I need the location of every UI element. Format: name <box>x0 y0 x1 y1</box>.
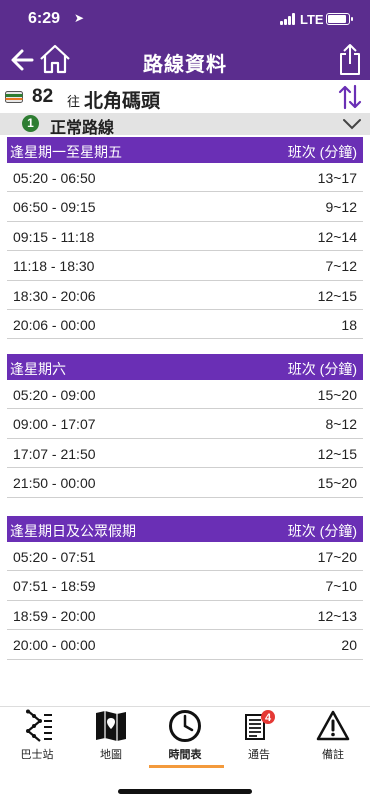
share-icon[interactable] <box>338 42 362 76</box>
frequency-value: 18 <box>341 316 357 333</box>
notice-count-badge: 4 <box>265 712 272 724</box>
table-row: 09:15 - 11:18 12~14 <box>7 222 363 252</box>
frequency-value: 8~12 <box>325 416 357 433</box>
stops-icon <box>26 709 52 742</box>
time-range: 05:20 - 07:51 <box>13 549 96 565</box>
table-row: 09:00 - 17:07 8~12 <box>7 409 363 439</box>
tab-map[interactable]: 地圖 <box>74 709 148 771</box>
table-row: 07:51 - 18:59 7~10 <box>7 571 363 601</box>
route-variant-selector[interactable]: 1 正常路線 <box>0 113 370 137</box>
frequency-column-header: 班次 (分鐘) <box>287 144 357 160</box>
clock-icon <box>169 710 201 742</box>
variant-label: 正常路線 <box>50 120 115 137</box>
saturday-timetable: 逢星期六 班次 (分鐘) 05:20 - 09:00 15~20 09:00 - … <box>7 354 363 498</box>
warning-icon <box>316 710 350 741</box>
time-range: 05:20 - 09:00 <box>13 387 96 403</box>
variant-index-badge: 1 <box>22 115 39 132</box>
location-arrow-icon: ➤ <box>74 11 85 25</box>
time-range: 18:30 - 20:06 <box>13 287 96 304</box>
section-title: 逢星期六 <box>10 361 66 377</box>
signal-icon <box>280 13 296 25</box>
table-row: 21:50 - 00:00 15~20 <box>7 468 363 498</box>
frequency-value: 12~13 <box>317 607 357 624</box>
frequency-value: 12~15 <box>317 445 357 462</box>
frequency-value: 7~10 <box>325 578 357 595</box>
table-row: 05:20 - 09:00 15~20 <box>7 380 363 410</box>
time-range: 18:59 - 20:00 <box>13 607 96 624</box>
time-range: 09:15 - 11:18 <box>13 228 95 245</box>
route-destination: 北角碼頭 <box>84 91 161 112</box>
table-row: 05:20 - 07:51 17~20 <box>7 542 363 572</box>
table-row: 20:06 - 00:00 18 <box>7 310 363 340</box>
map-icon <box>96 711 126 741</box>
time-range: 05:20 - 06:50 <box>13 170 96 186</box>
time-range: 06:50 - 09:15 <box>13 199 96 216</box>
table-row: 11:18 - 18:30 7~12 <box>7 251 363 281</box>
frequency-value: 12~14 <box>317 228 357 245</box>
direction-prefix: 往 <box>67 94 81 109</box>
section-header: 逢星期日及公眾假期 班次 (分鐘) <box>7 516 363 542</box>
time-range: 17:07 - 21:50 <box>13 445 96 462</box>
frequency-value: 15~20 <box>317 387 357 403</box>
frequency-column-header: 班次 (分鐘) <box>287 361 357 377</box>
time-range: 21:50 - 00:00 <box>13 475 96 492</box>
section-title: 逢星期日及公眾假期 <box>10 523 136 539</box>
tab-timetable[interactable]: 時間表 <box>148 709 222 771</box>
active-tab-indicator <box>149 765 224 768</box>
frequency-value: 20 <box>341 637 357 654</box>
frequency-value: 12~15 <box>317 287 357 304</box>
tab-label: 時間表 <box>168 749 202 761</box>
status-time: 6:29 <box>28 10 61 27</box>
table-row: 20:00 - 00:00 20 <box>7 630 363 660</box>
nav-bar: 路線資料 <box>0 40 370 80</box>
frequency-value: 13~17 <box>317 170 357 186</box>
time-range: 20:00 - 00:00 <box>13 637 96 654</box>
status-bar: 6:29 ➤ LTE <box>0 0 370 40</box>
frequency-column-header: 班次 (分鐘) <box>287 523 357 539</box>
tab-label: 巴士站 <box>20 749 54 761</box>
battery-icon <box>326 13 353 25</box>
route-bar: 82 往 北角碼頭 <box>0 82 370 112</box>
time-range: 09:00 - 17:07 <box>13 416 96 433</box>
time-range: 11:18 - 18:30 <box>13 258 95 275</box>
route-number: 82 <box>32 86 54 107</box>
table-row: 05:20 - 06:50 13~17 <box>7 163 363 193</box>
frequency-value: 17~20 <box>317 549 357 565</box>
section-header: 逢星期一至星期五 班次 (分鐘) <box>7 137 363 163</box>
app-header: 6:29 ➤ LTE 路線資料 <box>0 0 370 80</box>
tab-notices[interactable]: 4 通告 <box>222 709 296 771</box>
time-range: 07:51 - 18:59 <box>13 578 96 595</box>
frequency-value: 15~20 <box>317 475 357 492</box>
chevron-down-icon[interactable] <box>342 117 362 131</box>
bus-icon <box>5 91 23 103</box>
table-row: 18:59 - 20:00 12~13 <box>7 601 363 631</box>
holiday-timetable: 逢星期日及公眾假期 班次 (分鐘) 05:20 - 07:51 17~20 07:… <box>7 516 363 660</box>
section-title: 逢星期一至星期五 <box>10 144 122 160</box>
frequency-value: 9~12 <box>325 199 357 216</box>
tab-remarks[interactable]: 備註 <box>296 709 370 771</box>
page-title: 路線資料 <box>143 54 227 76</box>
table-row: 06:50 - 09:15 9~12 <box>7 192 363 222</box>
frequency-value: 7~12 <box>325 258 357 275</box>
time-range: 20:06 - 00:00 <box>13 316 96 333</box>
swap-direction-icon[interactable] <box>336 84 364 110</box>
weekday-timetable: 逢星期一至星期五 班次 (分鐘) 05:20 - 06:50 13~17 06:5… <box>7 137 363 340</box>
network-label: LTE <box>300 12 324 27</box>
table-row: 18:30 - 20:06 12~15 <box>7 281 363 310</box>
section-header: 逢星期六 班次 (分鐘) <box>7 354 363 380</box>
table-row: 17:07 - 21:50 12~15 <box>7 439 363 469</box>
tab-label: 地圖 <box>100 749 122 761</box>
tab-stops[interactable]: 巴士站 <box>0 709 74 771</box>
notice-icon: 4 <box>245 710 275 740</box>
home-indicator[interactable] <box>118 789 252 794</box>
bottom-tab-bar: 巴士站 地圖 時間表 4 通告 備註 <box>0 706 370 800</box>
tab-label: 通告 <box>248 749 270 761</box>
tab-label: 備註 <box>322 749 344 761</box>
